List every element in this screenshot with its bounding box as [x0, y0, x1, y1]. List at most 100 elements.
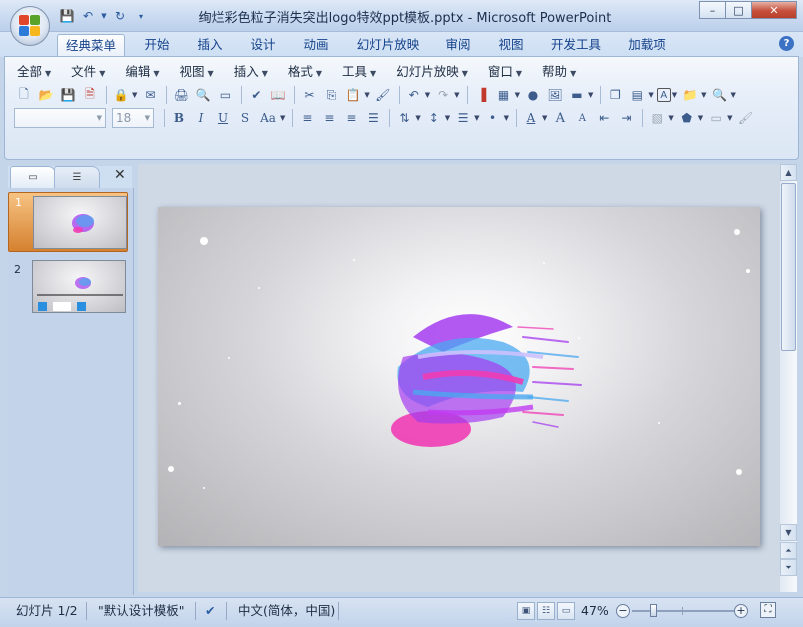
copy-icon[interactable]: ⎘ [321, 85, 341, 105]
spell-check-icon[interactable]: ✔ [205, 601, 215, 621]
clipart-icon[interactable]: ● [523, 85, 543, 105]
zoom-in-icon[interactable]: + [734, 604, 748, 618]
menu-insert[interactable]: 插入 ▼ [227, 62, 275, 82]
italic-button[interactable]: I [191, 108, 211, 128]
scrollbar-thumb[interactable] [781, 183, 796, 351]
tab-view[interactable]: 视图 [490, 34, 532, 57]
table-icon[interactable]: ▦ [494, 85, 514, 105]
next-slide-icon[interactable]: ⏷ [780, 559, 797, 576]
open-icon[interactable]: 📂 [36, 85, 56, 105]
shapes-icon[interactable]: ⬟ [677, 108, 697, 128]
previous-slide-icon[interactable]: ⏶ [780, 542, 797, 559]
font-name-combo[interactable]: ▼ [14, 108, 106, 128]
new-slide-icon[interactable]: ❐ [605, 85, 625, 105]
scroll-up-icon[interactable]: ▲ [780, 164, 797, 181]
email-icon[interactable]: ✉ [140, 85, 160, 105]
menu-tools[interactable]: 工具 ▼ [335, 62, 383, 82]
fit-to-window-icon[interactable]: ⛶ [760, 602, 776, 618]
menu-all[interactable]: 全部 ▼ [10, 62, 58, 82]
align-right-icon[interactable]: ≡ [341, 108, 361, 128]
menu-edit[interactable]: 编辑 ▼ [118, 62, 166, 82]
font-size-combo[interactable]: 18 ▼ [112, 108, 154, 128]
text-direction-icon[interactable]: ⇅ [394, 108, 414, 128]
slide-thumbnail-2[interactable]: 2 [8, 258, 128, 318]
tab-insert[interactable]: 插入 [189, 34, 231, 57]
change-case-button[interactable]: Aa [257, 108, 279, 128]
format-painter-icon[interactable]: 🖌 [373, 85, 393, 105]
line-spacing-icon[interactable]: ↕ [424, 108, 444, 128]
vertical-scrollbar[interactable]: ▲ ▼ ⏶ ⏷ [780, 164, 797, 592]
align-left-icon[interactable]: ≡ [297, 108, 317, 128]
arrange-icon[interactable]: ▧ [647, 108, 667, 128]
minimize-button[interactable]: – [699, 1, 726, 19]
redo-icon[interactable]: ↷ [433, 85, 453, 105]
zoom-level[interactable]: 47% [581, 601, 609, 621]
menu-format[interactable]: 格式 ▼ [281, 62, 329, 82]
tab-design[interactable]: 设计 [242, 34, 284, 57]
chart-icon[interactable]: ▐ [472, 85, 492, 105]
tab-outline[interactable]: ☰ [54, 166, 100, 188]
menu-window[interactable]: 窗口 ▼ [481, 62, 529, 82]
picture-icon[interactable]: 🖼 [545, 85, 565, 105]
shrink-font-button[interactable]: A [572, 108, 592, 128]
help-icon[interactable]: ? [779, 36, 794, 51]
tab-review[interactable]: 审阅 [437, 34, 479, 57]
decrease-indent-icon[interactable]: ⇤ [594, 108, 614, 128]
shadow-button[interactable]: S [235, 108, 255, 128]
undo-icon[interactable]: ↶ [79, 7, 97, 25]
print-icon[interactable]: 🖨 [171, 85, 191, 105]
slide-canvas[interactable] [158, 207, 760, 546]
maximize-button[interactable]: □ [725, 1, 752, 19]
underline-button[interactable]: U [213, 108, 233, 128]
tab-home[interactable]: 开始 [136, 34, 178, 57]
zoom-slider-track[interactable] [632, 610, 734, 612]
save-icon[interactable]: 💾 [58, 7, 76, 25]
close-button[interactable]: ✕ [751, 1, 797, 19]
dropdown-arrow-icon[interactable]: ▼ [100, 7, 108, 25]
panel-close-button[interactable]: ✕ [114, 167, 126, 183]
menu-view[interactable]: 视图 ▼ [173, 62, 221, 82]
save-icon[interactable]: 💾 [58, 85, 78, 105]
align-center-icon[interactable]: ≡ [319, 108, 339, 128]
slide-thumbnail-1[interactable]: 1 [8, 192, 128, 252]
justify-icon[interactable]: ☰ [363, 108, 383, 128]
folder-icon[interactable]: 📁 [680, 85, 700, 105]
tab-classic-menu[interactable]: 经典菜单 [57, 34, 125, 57]
print-preview-icon[interactable]: 🔍 [193, 85, 213, 105]
color-bw-icon[interactable]: ▬ [567, 85, 587, 105]
office-button[interactable] [10, 6, 50, 46]
search-icon[interactable]: 🔍 [710, 85, 730, 105]
slide-sorter-icon[interactable]: ☷ [537, 602, 555, 620]
pdf-icon[interactable]: 🗎 [80, 85, 100, 105]
spelling-icon[interactable]: ✔ [246, 85, 266, 105]
tab-slideshow[interactable]: 幻灯片放映 [350, 34, 426, 57]
slide-icon[interactable]: ▭ [215, 85, 235, 105]
increase-indent-icon[interactable]: ⇥ [616, 108, 636, 128]
new-icon[interactable]: 🗋 [14, 85, 34, 105]
grow-font-button[interactable]: A [550, 108, 570, 128]
tab-animation[interactable]: 动画 [295, 34, 337, 57]
tab-developer[interactable]: 开发工具 [543, 34, 609, 57]
redo-icon[interactable]: ↻ [111, 7, 129, 25]
tab-addins[interactable]: 加载项 [620, 34, 674, 57]
menu-help[interactable]: 帮助 ▼ [535, 62, 583, 82]
menu-slideshow[interactable]: 幻灯片放映 ▼ [389, 62, 475, 82]
fill-icon[interactable]: 🖌 [736, 108, 756, 128]
slideshow-view-icon[interactable]: ▭ [557, 602, 575, 620]
research-icon[interactable]: 📖 [268, 85, 288, 105]
customize-qat-icon[interactable]: ▾ [132, 7, 150, 25]
quick-styles-icon[interactable]: ▭ [706, 108, 726, 128]
language-status[interactable]: 中文(简体，中国) [238, 601, 335, 621]
paste-icon[interactable]: 📋 [343, 85, 363, 105]
font-color-button[interactable]: A [521, 108, 541, 128]
normal-view-icon[interactable]: ▣ [517, 602, 535, 620]
zoom-out-icon[interactable]: − [616, 604, 630, 618]
textbox-icon[interactable]: A [656, 88, 671, 102]
undo-icon[interactable]: ↶ [404, 85, 424, 105]
zoom-slider-thumb[interactable] [649, 604, 657, 617]
numbering-icon[interactable]: ☰ [453, 108, 473, 128]
menu-file[interactable]: 文件 ▼ [64, 62, 112, 82]
cut-icon[interactable]: ✂ [299, 85, 319, 105]
bullets-icon[interactable]: • [483, 108, 503, 128]
permission-icon[interactable]: 🔒 [111, 85, 131, 105]
